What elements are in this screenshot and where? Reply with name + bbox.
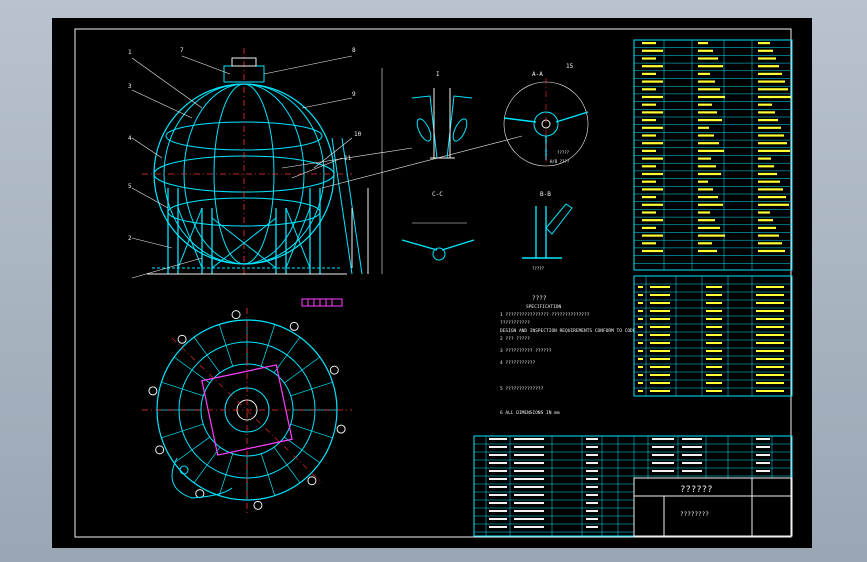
detail-C-C: C-C [401,191,475,261]
balloon-label: 10 [354,131,362,138]
view-label: I [436,71,440,78]
drawing-frame [74,28,792,538]
balloon-label: 8 [352,47,356,54]
title-block: ?????? ???????? [633,477,793,537]
balloon-label: 7 [180,47,184,54]
balloon-label: 3 [128,83,132,90]
note-line: 4 ??????????? [500,360,536,366]
tech-table [633,39,793,271]
notes-sub: SPECIFICATION [526,304,562,310]
balloon-label: 1 [128,49,132,56]
parts-list [473,435,793,537]
detail-I: I [411,71,473,159]
svg-text:?????: ????? [557,150,570,155]
cad-drawing: 1 7 8 9 3 4 5 2 10 11 15 I A-A ????? H/B… [74,28,793,538]
cad-viewport[interactable]: 1 7 8 9 3 4 5 2 10 11 15 I A-A ????? H/B… [52,18,812,548]
svg-text:?????: ????? [532,266,545,271]
balloon-label: 5 [128,183,132,190]
detail-B-B: B-B ????? [522,191,573,271]
balloon-label: 15 [566,63,574,70]
sphere-plan [142,308,352,513]
note-line: 2 ??? ????? [500,336,530,342]
drawing-title: ?????? [680,485,713,495]
nozzle-table [633,275,793,397]
bolt-detail [301,298,343,307]
note-line: 5 ?????????????? [500,386,544,392]
note-line: 1 ???????????????? ?????????????? [500,312,590,318]
view-label: A-A [532,71,543,78]
view-label: C-C [432,191,443,198]
balloon-label: 2 [128,235,132,242]
svg-text:H/B ????: H/B ???? [550,159,570,164]
balloon-labels: 1 7 8 9 3 4 5 2 10 11 15 [128,47,574,242]
notes-heading: ???? [532,295,547,302]
balloon-label: 9 [352,91,356,98]
view-label: B-B [540,191,551,198]
drawing-subtitle: ???????? [680,511,709,518]
note-line: 6 ALL DIMENSIONS IN mm [500,410,560,416]
balloon-label: 4 [128,135,132,142]
note-line: DESIGN AND INSPECTION REQUIREMENTS CONFO… [500,328,636,334]
balloon-label: 11 [344,155,352,162]
notes-block: ???? SPECIFICATION 1 ???????????????? ??… [500,295,636,416]
detail-A-A: A-A ????? H/B ???? [503,71,589,168]
note-line: 3 ?????????? ?????? [500,348,552,354]
note-line: ??????????? [500,320,530,326]
